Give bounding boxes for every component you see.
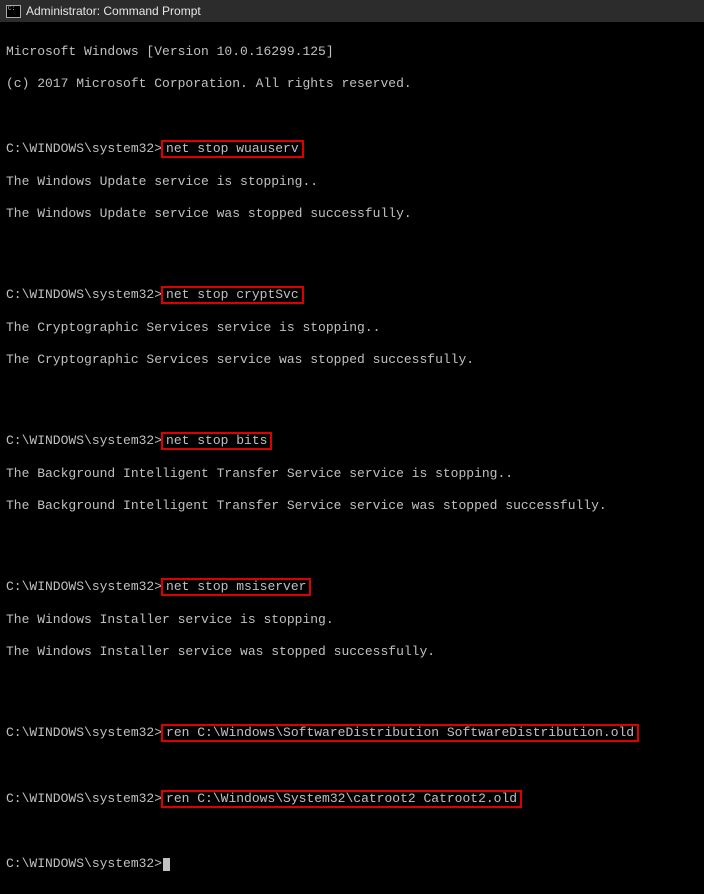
cmd-highlight: ren C:\Windows\System32\catroot2 Catroot… [161, 790, 522, 808]
prompt-line: C:\WINDOWS\system32>net stop msiserver [6, 578, 698, 596]
prompt-line: C:\WINDOWS\system32> [6, 856, 698, 872]
cmd-highlight: net stop wuauserv [161, 140, 304, 158]
prompt-line: C:\WINDOWS\system32>net stop bits [6, 432, 698, 450]
output-line: The Windows Installer service is stoppin… [6, 612, 698, 628]
output-line: The Windows Update service was stopped s… [6, 206, 698, 222]
prompt-line: C:\WINDOWS\system32>net stop cryptSvc [6, 286, 698, 304]
output-line: The Cryptographic Services service is st… [6, 320, 698, 336]
cmd-highlight: net stop bits [161, 432, 272, 450]
output-line: The Windows Installer service was stoppe… [6, 644, 698, 660]
window-title: Administrator: Command Prompt [26, 4, 201, 18]
prompt-line: C:\WINDOWS\system32>net stop wuauserv [6, 140, 698, 158]
output-line: The Windows Update service is stopping.. [6, 174, 698, 190]
cursor [163, 858, 170, 871]
prompt-line: C:\WINDOWS\system32>ren C:\Windows\Softw… [6, 724, 698, 742]
prompt-line: C:\WINDOWS\system32>ren C:\Windows\Syste… [6, 790, 698, 808]
header-line: Microsoft Windows [Version 10.0.16299.12… [6, 44, 698, 60]
header-line: (c) 2017 Microsoft Corporation. All righ… [6, 76, 698, 92]
output-line: The Background Intelligent Transfer Serv… [6, 466, 698, 482]
window-titlebar[interactable]: Administrator: Command Prompt [0, 0, 704, 22]
output-line: The Cryptographic Services service was s… [6, 352, 698, 368]
terminal-area[interactable]: Microsoft Windows [Version 10.0.16299.12… [0, 22, 704, 894]
cmd-highlight: ren C:\Windows\SoftwareDistribution Soft… [161, 724, 639, 742]
cmd-highlight: net stop cryptSvc [161, 286, 304, 304]
output-line: The Background Intelligent Transfer Serv… [6, 498, 698, 514]
cmd-icon [6, 5, 20, 17]
cmd-highlight: net stop msiserver [161, 578, 311, 596]
